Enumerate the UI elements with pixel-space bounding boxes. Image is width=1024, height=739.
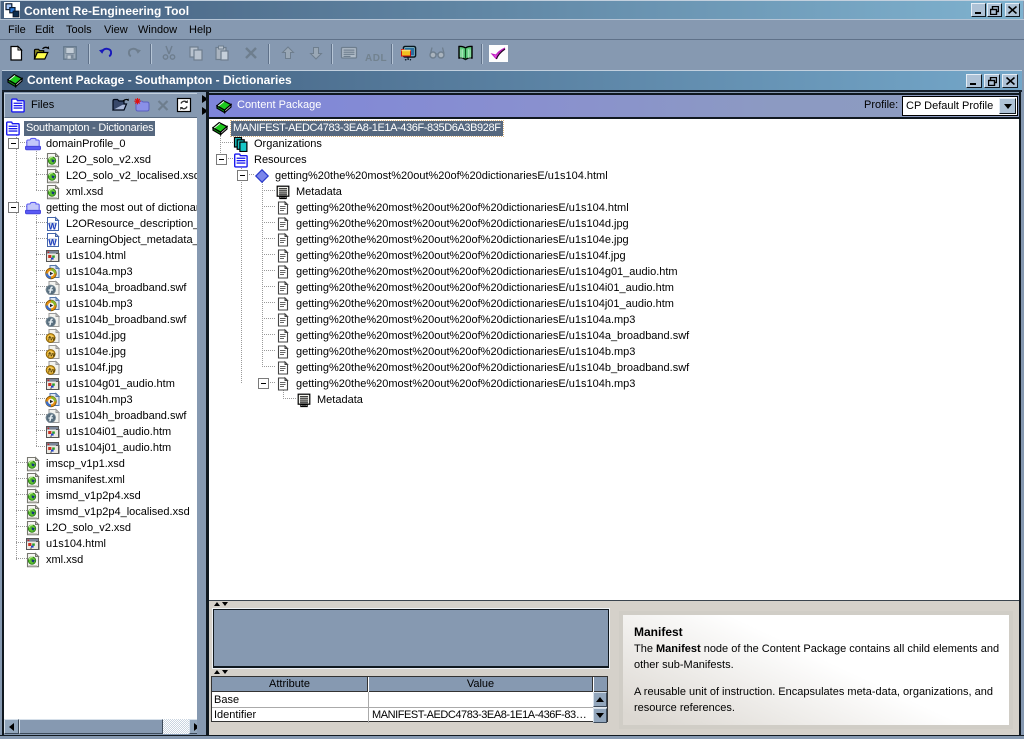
svg-text:W: W	[48, 238, 57, 248]
svg-text:fw: fw	[48, 336, 56, 343]
svg-text:W: W	[48, 222, 57, 232]
svg-text:fw: fw	[48, 368, 56, 375]
svg-text:fw: fw	[48, 352, 56, 359]
